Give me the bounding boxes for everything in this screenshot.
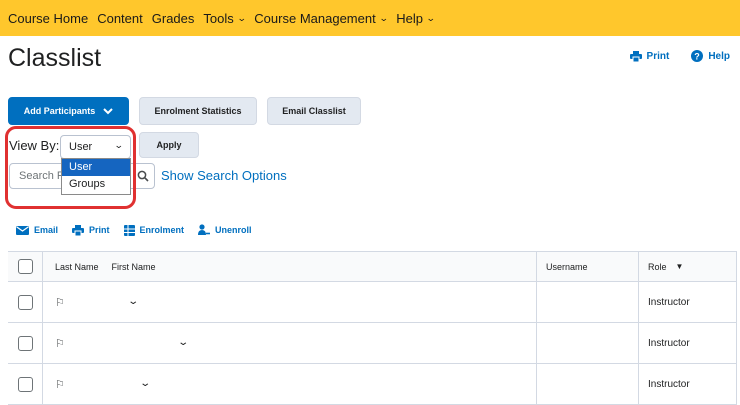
role-header-cell: Role ▼	[638, 252, 737, 281]
add-participants-label: Add Participants	[23, 106, 96, 116]
role-value: Instructor	[648, 378, 690, 390]
email-classlist-button[interactable]: Email Classlist	[267, 97, 361, 125]
toolbar: Add Participants Enrolment Statistics Em…	[8, 97, 361, 125]
table-icon	[123, 224, 135, 236]
nav-course-management[interactable]: Course Management ⌄	[254, 10, 389, 26]
search-button[interactable]	[130, 163, 155, 189]
nav-course-management-label: Course Management	[254, 10, 376, 26]
flag-icon[interactable]: ⚐	[55, 378, 65, 391]
print-action[interactable]: Print	[72, 224, 110, 236]
top-navbar: Course Home Content Grades Tools ⌄ Course…	[0, 0, 740, 36]
username-cell	[536, 323, 638, 363]
username-header-cell: Username	[536, 252, 638, 281]
classlist-table: Last Name First Name Username Role ▼ ⚐ ⌄…	[8, 251, 737, 405]
view-by-selected-value: User	[69, 141, 93, 153]
nav-content-label: Content	[97, 10, 143, 26]
chevron-down-icon: ⌄	[236, 12, 247, 23]
enrolment-action[interactable]: Enrolment	[123, 224, 185, 236]
nav-grades-label: Grades	[151, 10, 195, 26]
apply-button[interactable]: Apply	[139, 132, 199, 158]
chevron-down-icon[interactable]: ⌄	[127, 296, 139, 307]
chevron-down-icon: ⌄	[378, 12, 389, 23]
row-checkbox[interactable]	[17, 335, 33, 351]
name-cell: ⚐ ⌄	[42, 323, 536, 363]
apply-label: Apply	[156, 140, 182, 150]
last-name-header[interactable]: Last Name	[55, 262, 99, 272]
print-action-label: Print	[89, 225, 110, 235]
first-name-header[interactable]: First Name	[112, 262, 156, 272]
sort-desc-icon[interactable]: ▼	[676, 262, 684, 271]
row-select-cell	[8, 282, 42, 322]
email-action[interactable]: Email	[16, 224, 58, 236]
view-by-option-groups[interactable]: Groups	[62, 176, 130, 193]
name-cell: ⚐ ⌄	[42, 282, 536, 322]
search-input-value: Search F	[19, 170, 64, 182]
nav-tools-label: Tools	[203, 10, 234, 26]
row-checkbox[interactable]	[17, 376, 33, 392]
enrolment-statistics-button[interactable]: Enrolment Statistics	[139, 97, 257, 125]
print-button[interactable]: Print	[629, 50, 670, 62]
nav-course-home-label: Course Home	[8, 10, 89, 26]
role-cell: Instructor	[638, 282, 737, 322]
unenroll-action[interactable]: Unenroll	[198, 224, 252, 236]
nav-content[interactable]: Content	[97, 11, 143, 26]
name-cell: ⚐ ⌄	[42, 364, 536, 404]
chevron-down-icon[interactable]: ⌄	[177, 337, 189, 348]
username-cell	[536, 364, 638, 404]
help-label: Help	[708, 50, 730, 62]
select-all-checkbox[interactable]	[17, 259, 33, 274]
nav-tools[interactable]: Tools ⌄	[203, 10, 247, 26]
row-select-cell	[8, 323, 42, 363]
table-row: ⚐ ⌄ Instructor	[8, 323, 737, 364]
role-value: Instructor	[648, 337, 690, 349]
username-cell	[536, 282, 638, 322]
row-select-cell	[8, 364, 42, 404]
row-checkbox[interactable]	[17, 294, 33, 310]
help-button[interactable]: ? Help	[691, 50, 730, 62]
nav-help[interactable]: Help ⌄	[396, 10, 436, 26]
username-header[interactable]: Username	[546, 262, 588, 272]
add-participants-button[interactable]: Add Participants	[8, 97, 129, 125]
view-by-select[interactable]: User ⌄	[60, 135, 131, 159]
printer-icon	[72, 224, 85, 236]
name-header: Last Name First Name	[42, 252, 536, 281]
table-row: ⚐ ⌄ Instructor	[8, 364, 737, 405]
chevron-down-icon: ⌄	[114, 140, 125, 150]
nav-grades[interactable]: Grades	[152, 11, 195, 26]
flag-icon[interactable]: ⚐	[55, 296, 65, 309]
view-by-label: View By:	[9, 138, 60, 153]
select-all-cell	[8, 252, 42, 281]
print-label: Print	[646, 50, 670, 62]
table-header-row: Last Name First Name Username Role ▼	[8, 252, 737, 282]
email-icon	[16, 225, 29, 235]
nav-course-home[interactable]: Course Home	[8, 11, 88, 26]
search-icon	[137, 170, 149, 182]
flag-icon[interactable]: ⚐	[55, 337, 65, 350]
page-title: Classlist	[8, 44, 102, 72]
bulk-actions: Email Print Enrolment Unenroll	[16, 224, 252, 236]
help-icon: ?	[691, 50, 704, 62]
view-by-dropdown: User Groups	[61, 158, 131, 195]
role-header[interactable]: Role	[648, 262, 667, 272]
nav-help-label: Help	[396, 10, 423, 26]
table-row: ⚐ ⌄ Instructor	[8, 282, 737, 323]
user-remove-icon	[198, 224, 211, 235]
email-classlist-label: Email Classlist	[282, 106, 346, 116]
role-cell: Instructor	[638, 323, 737, 363]
enrolment-action-label: Enrolment	[139, 225, 185, 235]
role-cell: Instructor	[638, 364, 737, 404]
svg-text:?: ?	[695, 52, 701, 62]
view-by-option-user[interactable]: User	[62, 159, 130, 176]
enrolment-statistics-label: Enrolment Statistics	[154, 106, 242, 116]
page-actions: Print ? Help	[629, 50, 730, 62]
printer-icon	[629, 50, 642, 62]
role-value: Instructor	[648, 296, 690, 308]
email-action-label: Email	[34, 225, 59, 235]
chevron-down-icon: ⌄	[425, 12, 436, 23]
chevron-down-icon[interactable]: ⌄	[139, 378, 151, 389]
chevron-down-icon	[103, 107, 113, 114]
unenroll-action-label: Unenroll	[215, 225, 252, 235]
show-search-options-link[interactable]: Show Search Options	[161, 168, 287, 183]
